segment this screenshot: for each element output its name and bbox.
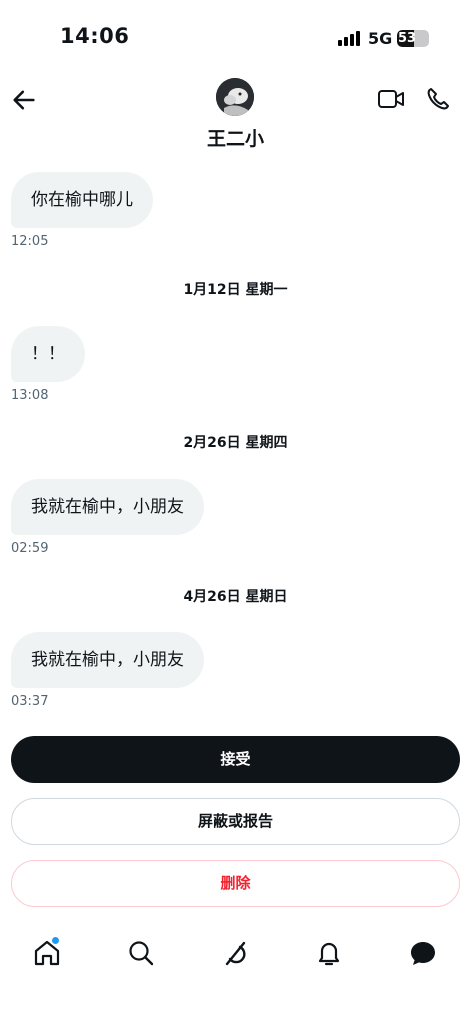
message-item: 你在榆中哪儿 12:05	[11, 172, 153, 249]
delete-button[interactable]: 删除	[11, 860, 460, 907]
block-or-report-button[interactable]: 屏蔽或报告	[11, 798, 460, 845]
search-icon[interactable]	[126, 938, 156, 968]
message-item: 我就在榆中，小朋友 02:59	[11, 479, 204, 556]
bottom-tab-bar	[0, 930, 471, 990]
messages-icon[interactable]	[408, 938, 438, 968]
notification-dot	[52, 937, 59, 944]
date-separator: 2月26日 星期四	[183, 435, 288, 451]
message-item: ！！ 13:08	[11, 326, 85, 403]
contact-avatar[interactable]	[216, 78, 254, 116]
bell-icon[interactable]	[314, 938, 344, 968]
video-call-icon[interactable]	[377, 87, 405, 111]
status-time: 14:06	[60, 24, 130, 48]
phone-call-icon[interactable]	[426, 86, 450, 112]
date-separator: 1月12日 星期一	[183, 282, 288, 298]
back-arrow-icon[interactable]	[10, 86, 38, 114]
conversation-header: 王二小	[0, 72, 471, 162]
message-bubble[interactable]: ！！	[11, 326, 85, 382]
message-timestamp: 03:37	[11, 694, 49, 709]
grok-icon[interactable]	[220, 938, 250, 968]
message-bubble[interactable]: 我就在榆中，小朋友	[11, 479, 204, 535]
message-item: 我就在榆中，小朋友 03:37	[11, 632, 204, 709]
network-type: 5G	[368, 29, 393, 48]
message-timestamp: 12:05	[11, 234, 49, 249]
battery-level: 53	[397, 31, 417, 46]
status-bar: 14:06 5G 53	[0, 0, 471, 72]
date-separator: 4月26日 星期日	[183, 589, 288, 605]
message-timestamp: 02:59	[11, 541, 49, 556]
message-timestamp: 13:08	[11, 388, 49, 403]
profile-photo-icon	[216, 78, 254, 116]
cellular-signal-icon	[338, 30, 362, 46]
message-bubble[interactable]: 我就在榆中，小朋友	[11, 632, 204, 688]
accept-button[interactable]: 接受	[11, 736, 460, 783]
message-bubble[interactable]: 你在榆中哪儿	[11, 172, 153, 228]
contact-name: 王二小	[206, 128, 264, 150]
battery-icon: 53	[397, 30, 429, 47]
